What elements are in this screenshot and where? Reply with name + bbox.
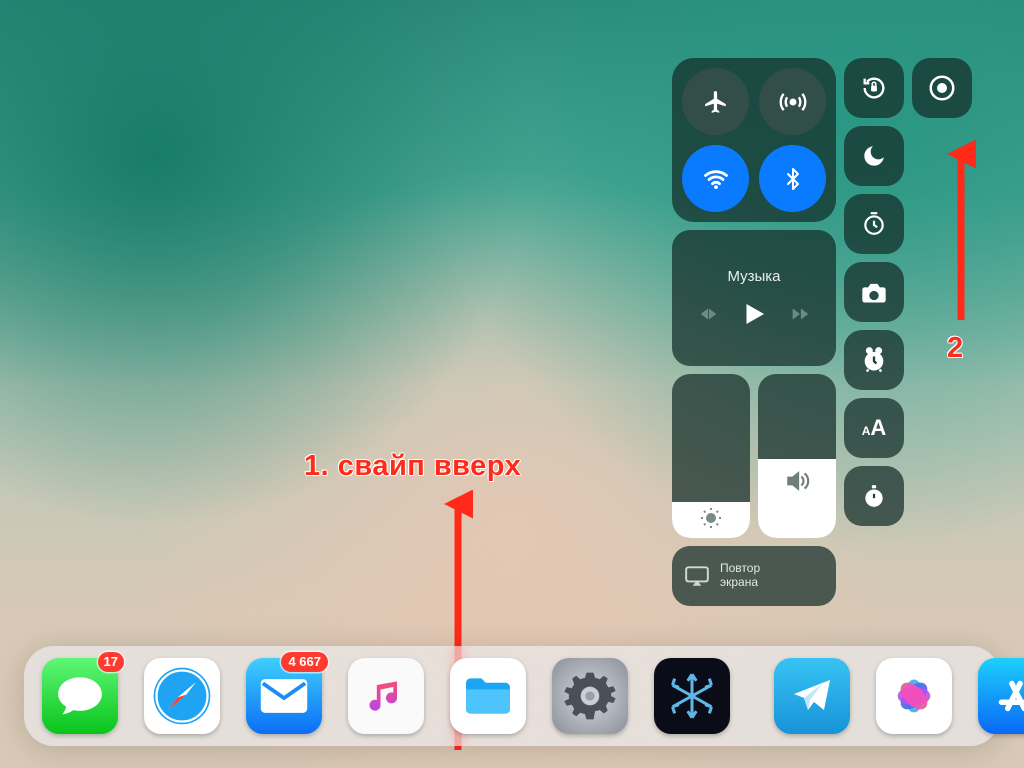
appstore-icon	[991, 671, 1024, 721]
app-photos[interactable]	[876, 658, 952, 734]
app-music[interactable]	[348, 658, 424, 734]
screen-record-button[interactable]	[912, 58, 972, 118]
timer-icon	[861, 211, 887, 237]
stopwatch-icon	[861, 483, 887, 509]
moon-icon	[861, 143, 887, 169]
control-center: Музыка	[672, 58, 970, 606]
photos-icon	[886, 668, 942, 724]
music-controls	[697, 299, 811, 329]
annotation-step1: 1. свайп вверх	[304, 450, 521, 483]
arrow-up-2-icon	[946, 140, 976, 326]
camera-button[interactable]	[844, 262, 904, 322]
airplane-mode-toggle[interactable]	[682, 68, 749, 135]
connectivity-group[interactable]	[672, 58, 836, 222]
telegram-icon	[788, 672, 836, 720]
safari-icon	[148, 662, 216, 730]
brightness-icon	[672, 506, 750, 530]
snowflake-icon	[666, 670, 718, 722]
gear-icon	[562, 668, 618, 724]
files-icon	[461, 674, 515, 718]
antenna-icon	[779, 88, 807, 116]
dock-pinned-apps: 17 4 667	[42, 658, 730, 734]
app-unknown[interactable]	[654, 658, 730, 734]
badge-mail: 4 667	[281, 652, 328, 672]
prev-track-icon[interactable]	[697, 303, 719, 325]
volume-icon	[758, 468, 836, 494]
dock-recent-apps: 33	[774, 658, 1024, 734]
bluetooth-toggle[interactable]	[759, 145, 826, 212]
do-not-disturb-button[interactable]	[844, 126, 904, 186]
music-title: Музыка	[727, 268, 780, 285]
orientation-lock-icon	[860, 74, 888, 102]
cc-left-column: Музыка	[672, 58, 836, 606]
music-widget[interactable]: Музыка	[672, 230, 836, 366]
music-icon	[364, 674, 408, 718]
sliders-row	[672, 374, 836, 538]
camera-icon	[860, 280, 888, 304]
screen-mirroring-button[interactable]: Повтор экрана	[672, 546, 836, 606]
messages-icon	[55, 673, 105, 719]
app-mail[interactable]: 4 667	[246, 658, 322, 734]
timer-button[interactable]	[844, 194, 904, 254]
mail-icon	[258, 677, 310, 715]
play-icon[interactable]	[739, 299, 769, 329]
stopwatch-button[interactable]	[844, 466, 904, 526]
app-settings[interactable]	[552, 658, 628, 734]
wifi-icon	[702, 165, 730, 193]
annotation-step2: 2	[947, 332, 963, 365]
volume-slider[interactable]	[758, 374, 836, 538]
text-size-button[interactable]: AA	[844, 398, 904, 458]
airplane-icon	[703, 89, 729, 115]
text-size-icon: AA	[862, 415, 887, 441]
cc-mid-column: AA	[844, 58, 904, 606]
record-icon	[927, 73, 957, 103]
app-safari[interactable]	[144, 658, 220, 734]
app-files[interactable]	[450, 658, 526, 734]
wifi-toggle[interactable]	[682, 145, 749, 212]
app-messages[interactable]: 17	[42, 658, 118, 734]
alarm-button[interactable]	[844, 330, 904, 390]
orientation-lock-button[interactable]	[844, 58, 904, 118]
app-appstore[interactable]: 33	[978, 658, 1024, 734]
cellular-data-toggle[interactable]	[759, 68, 826, 135]
screen-mirroring-label: Повтор экрана	[720, 562, 760, 590]
next-track-icon[interactable]	[789, 303, 811, 325]
app-telegram[interactable]	[774, 658, 850, 734]
airplay-icon	[684, 565, 710, 587]
brightness-slider[interactable]	[672, 374, 750, 538]
alarm-clock-icon	[860, 346, 888, 374]
dock: 17 4 667 33	[24, 646, 1000, 746]
bluetooth-icon	[781, 167, 805, 191]
badge-messages: 17	[98, 652, 124, 672]
